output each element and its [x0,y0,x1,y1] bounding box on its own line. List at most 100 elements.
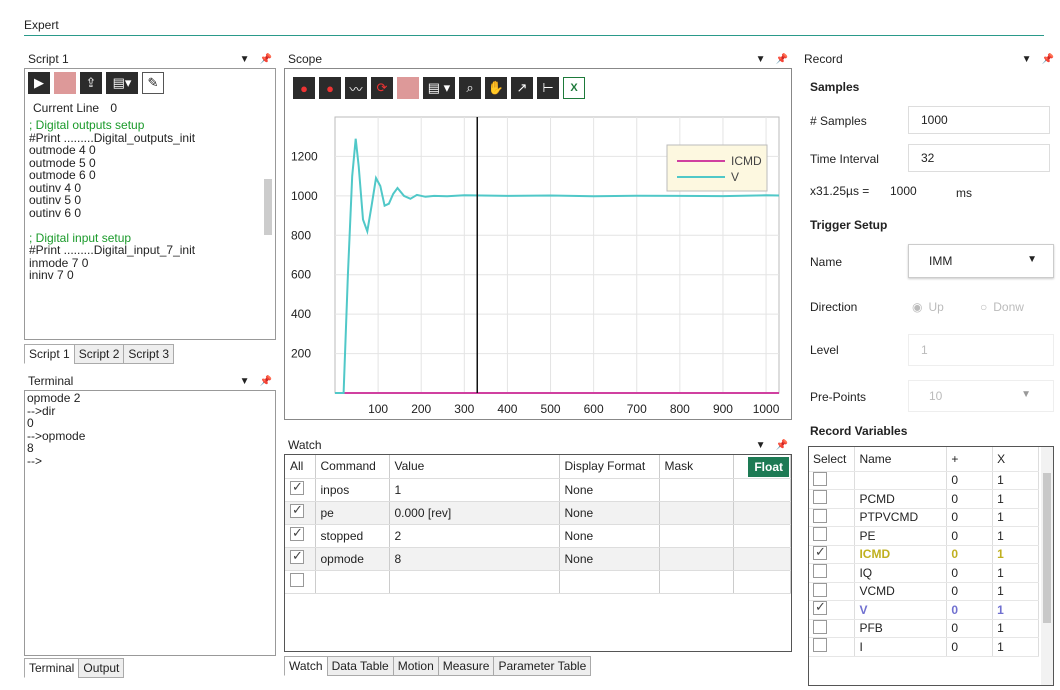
vars-column-header[interactable]: + [946,447,994,472]
watch-value-cell[interactable] [389,570,560,594]
checkbox[interactable] [813,527,827,542]
trigger-name-select[interactable]: IMM ▼ [908,244,1054,278]
dropdown-arrow-icon[interactable]: ▼ [756,54,766,65]
watch-format-cell[interactable]: None [559,501,660,525]
scope-chart[interactable]: 100 200 300 400 500 600 700 800 900 1000 1200 1000 8… [285,69,791,419]
vars-scrollbar-thumb[interactable] [1043,473,1051,623]
record-var-row[interactable]: PE 0 1 [809,526,1039,546]
var-select-cell[interactable] [809,637,856,657]
checkbox[interactable] [813,490,827,505]
pin-icon[interactable]: 📌 [1042,54,1054,65]
record-var-row[interactable]: VCMD 0 1 [809,582,1039,601]
var-select-cell[interactable] [809,599,856,620]
watch-format-cell[interactable]: None [559,478,660,502]
watch-value-cell[interactable]: 0.000 [rev] [389,501,560,525]
checkbox[interactable] [813,508,827,523]
float-button[interactable]: Float [748,457,789,477]
watch-format-cell[interactable] [559,570,660,594]
terminal-output[interactable]: opmode 2 -->dir 0 -->opmode 8 --> [24,390,276,656]
dropdown-arrow-icon[interactable]: ▼ [240,376,250,387]
direction-up-radio[interactable]: ◉ Up [912,300,944,314]
terminal-tab[interactable]: Terminal [24,658,80,678]
num-samples-input[interactable]: 1000 [908,106,1050,134]
direction-down-radio[interactable]: ○ Donw [980,300,1024,314]
var-select-cell[interactable] [809,526,856,546]
watch-column-header[interactable]: Value [389,455,560,479]
watch-column-header[interactable]: All [285,455,316,479]
watch-row[interactable]: stopped2None [285,524,791,548]
watch-command-cell[interactable]: stopped [315,524,390,548]
dropdown-arrow-icon[interactable]: ▼ [1022,54,1032,65]
watch-mask-cell[interactable] [659,524,734,548]
checkbox[interactable] [290,525,304,541]
pin-icon[interactable]: 📌 [776,440,788,451]
dropdown-arrow-icon[interactable]: ▼ [240,54,250,65]
watch-select-cell[interactable] [285,524,316,548]
vars-column-header[interactable]: X [992,447,1039,472]
watch-mask-cell[interactable] [659,501,734,525]
var-select-cell[interactable] [809,489,856,509]
var-select-cell[interactable] [809,471,856,490]
watch-select-cell[interactable] [285,570,316,594]
watch-tab[interactable]: Motion [392,656,439,676]
script-tab[interactable]: Script 2 [73,344,125,364]
script-editor[interactable]: ▶ ⇪ ▤▾ ✎ Current Line 0 ; Digital output… [24,68,276,340]
time-interval-input[interactable]: 32 [908,144,1050,172]
checkbox[interactable] [290,548,304,564]
watch-row[interactable] [285,570,791,594]
script-code[interactable]: ; Digital outputs setup #Print .........D… [25,119,275,282]
pin-icon[interactable]: 📌 [776,54,788,65]
record-var-row[interactable]: IQ 0 1 [809,563,1039,583]
checkbox[interactable] [290,502,304,518]
checkbox[interactable] [813,599,827,616]
watch-value-cell[interactable]: 2 [389,524,560,548]
checkbox[interactable] [813,544,827,560]
var-select-cell[interactable] [809,563,856,583]
watch-column-header[interactable]: Display Format [559,455,660,479]
watch-row[interactable]: opmode8None [285,547,791,571]
var-select-cell[interactable] [809,582,856,601]
record-var-row[interactable]: V01 [809,599,1039,620]
var-select-cell[interactable] [809,619,856,638]
record-var-row[interactable]: I01 [809,637,1039,657]
checkbox[interactable] [813,638,827,653]
edit-icon[interactable]: ✎ [142,72,164,94]
record-var-row[interactable]: ICMD01 [809,544,1039,564]
dropdown-arrow-icon[interactable]: ▼ [756,440,766,451]
watch-row[interactable]: pe0.000 [rev]None [285,501,791,525]
pin-icon[interactable]: 📌 [260,376,272,387]
watch-select-cell[interactable] [285,478,316,502]
watch-command-cell[interactable]: pe [315,501,390,525]
watch-value-cell[interactable]: 8 [389,547,560,571]
prepoints-select[interactable]: 10 ▼ [908,380,1054,412]
run-icon[interactable]: ▶ [28,72,50,94]
watch-command-cell[interactable]: opmode [315,547,390,571]
watch-command-cell[interactable] [315,570,390,594]
watch-tab[interactable]: Parameter Table [493,656,592,676]
watch-tab[interactable]: Data Table [326,656,394,676]
record-var-row[interactable]: PTPVCMD 0 1 [809,508,1039,527]
watch-mask-cell[interactable] [659,547,734,571]
pin-icon[interactable]: 📌 [260,54,272,65]
record-var-row[interactable]: PFB 0 1 [809,619,1039,638]
watch-format-cell[interactable]: None [559,524,660,548]
watch-format-cell[interactable]: None [559,547,660,571]
export-icon[interactable]: ⇪ [80,72,102,94]
watch-select-cell[interactable] [285,547,316,571]
vars-column-header[interactable]: Name [854,447,948,472]
level-input[interactable]: 1 [908,334,1054,366]
terminal-tab[interactable]: Output [78,658,125,678]
script-scrollbar[interactable] [264,179,272,235]
vars-scrollbar-track[interactable] [1041,447,1053,685]
watch-tab[interactable]: Measure [437,656,495,676]
watch-value-cell[interactable]: 1 [389,478,560,502]
watch-column-header[interactable]: Command [315,455,390,479]
watch-mask-cell[interactable] [659,478,734,502]
vars-column-header[interactable]: Select [809,447,856,472]
stop-icon[interactable] [54,72,76,94]
watch-tab[interactable]: Watch [284,656,328,676]
watch-command-cell[interactable]: inpos [315,478,390,502]
script-tab[interactable]: Script 3 [123,344,175,364]
record-var-row[interactable]: PCMD 0 1 [809,489,1039,509]
record-var-row[interactable]: 01 [809,471,1039,490]
